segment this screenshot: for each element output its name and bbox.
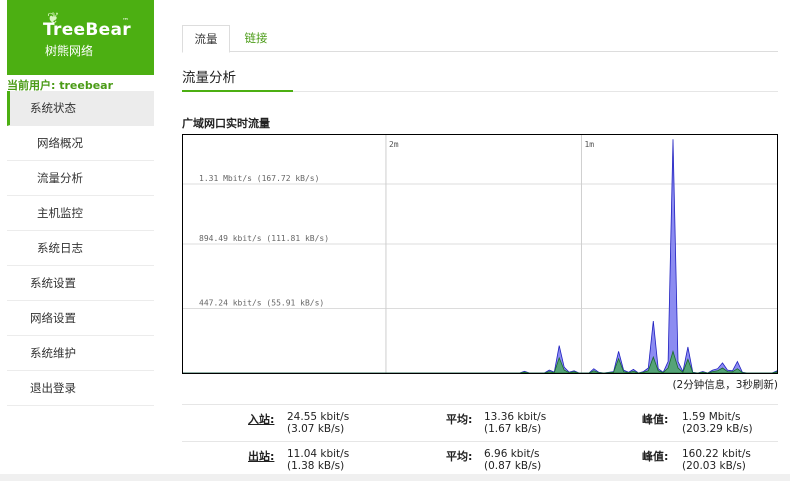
outbound-peak: 160.22 kbit/s (20.03 kB/s) [682, 448, 751, 472]
section-divider-accent [182, 90, 293, 92]
main-content: 流量 链接 流量分析 广域网口实时流量 447.24 kbit/s (55.91… [182, 0, 778, 481]
brand-trademark: ™ [122, 17, 129, 25]
inbound-peak-kbit: 1.59 Mbit/s [682, 411, 741, 423]
x-tick-label: 2m [389, 140, 399, 149]
inbound-peak: 1.59 Mbit/s (203.29 kB/s) [682, 411, 753, 435]
chart-title: 广域网口实时流量 [182, 117, 270, 130]
sidebar-item-network-settings[interactable]: 网络设置 [7, 301, 154, 336]
y-tick-label: 894.49 kbit/s (111.81 kB/s) [199, 234, 329, 243]
sidebar-menu: 系统状态 网络概况 流量分析 主机监控 系统日志 系统设置 网络设置 系统维护 … [7, 91, 154, 406]
outbound-peak-label: 峰值: [642, 450, 669, 463]
sidebar-item-system-settings[interactable]: 系统设置 [7, 266, 154, 301]
tab-bar: 流量 链接 [182, 25, 778, 53]
outbound-current-kbit: 11.04 kbit/s [287, 448, 350, 460]
inbound-peak-label: 峰值: [642, 413, 669, 426]
outbound-peak-kbit: 160.22 kbit/s [682, 448, 751, 460]
tab-connections[interactable]: 链接 [237, 25, 275, 51]
sidebar-item-label: 退出登录 [30, 381, 76, 395]
sidebar-item-host-monitor[interactable]: 主机监控 [7, 196, 154, 231]
outbound-avg-kb: (0.87 kB/s) [484, 460, 542, 472]
inbound-current-kbit: 24.55 kbit/s [287, 411, 350, 423]
inbound-average: 13.36 kbit/s (1.67 kB/s) [484, 411, 546, 435]
sidebar-item-system-maintenance[interactable]: 系统维护 [7, 336, 154, 371]
sidebar-item-label: 网络设置 [30, 311, 76, 325]
x-tick-label: 1m [584, 140, 594, 149]
sidebar: ❦ TreeBear ™ 树熊网络 当前用户: treebear 系统状态 网络… [0, 0, 155, 481]
outbound-current-kb: (1.38 kB/s) [287, 460, 345, 472]
inbound-peak-kb: (203.29 kB/s) [682, 423, 753, 435]
sidebar-item-label: 系统日志 [37, 241, 83, 255]
inbound-label: 入站: [248, 413, 275, 426]
outbound-peak-kb: (20.03 kB/s) [682, 460, 746, 472]
y-tick-label: 447.24 kbit/s (55.91 kB/s) [199, 298, 324, 307]
outbound-avg-kbit: 6.96 kbit/s [484, 448, 540, 460]
sidebar-item-logout[interactable]: 退出登录 [7, 371, 154, 406]
outbound-label: 出站: [248, 450, 275, 463]
section-title: 流量分析 [182, 70, 236, 86]
sidebar-item-label: 系统设置 [30, 276, 76, 290]
stats-row-outbound: 出站: 11.04 kbit/s (1.38 kB/s) 平均: 6.96 kbi… [182, 441, 778, 478]
chart-refresh-note: (2分钟信息，3秒刷新) [672, 379, 778, 391]
sidebar-item-label: 网络概况 [37, 136, 83, 150]
sidebar-item-label: 主机监控 [37, 206, 83, 220]
page-footer-strip [0, 474, 790, 481]
y-tick-label: 1.31 Mbit/s (167.72 kB/s) [199, 174, 319, 183]
sidebar-item-label: 流量分析 [37, 171, 83, 185]
sidebar-item-traffic-analysis[interactable]: 流量分析 [7, 161, 154, 196]
inbound-current: 24.55 kbit/s (3.07 kB/s) [287, 411, 349, 435]
brand-subtitle: 树熊网络 [45, 44, 94, 58]
sidebar-item-system-log[interactable]: 系统日志 [7, 231, 154, 266]
sidebar-item-network-overview[interactable]: 网络概况 [7, 126, 154, 161]
stats-row-inbound: 入站: 24.55 kbit/s (3.07 kB/s) 平均: 13.36 kb… [182, 404, 778, 441]
outbound-current: 11.04 kbit/s (1.38 kB/s) [287, 448, 349, 472]
traffic-chart-svg: 447.24 kbit/s (55.91 kB/s) 894.49 kbit/s … [183, 135, 777, 373]
inbound-avg-kb: (1.67 kB/s) [484, 423, 542, 435]
brand-logo[interactable]: ❦ TreeBear ™ 树熊网络 [7, 0, 154, 75]
sidebar-item-label: 系统维护 [30, 346, 76, 360]
brand-name: TreeBear [43, 20, 131, 40]
inbound-current-kb: (3.07 kB/s) [287, 423, 345, 435]
outbound-avg-label: 平均: [446, 450, 473, 463]
sidebar-item-label: 系统状态 [30, 101, 76, 115]
inbound-avg-kbit: 13.36 kbit/s [484, 411, 547, 423]
sidebar-item-system-status[interactable]: 系统状态 [7, 91, 154, 126]
inbound-avg-label: 平均: [446, 413, 473, 426]
traffic-chart: 447.24 kbit/s (55.91 kB/s) 894.49 kbit/s … [182, 134, 778, 374]
outbound-average: 6.96 kbit/s (0.87 kB/s) [484, 448, 541, 472]
tab-traffic[interactable]: 流量 [182, 25, 230, 53]
